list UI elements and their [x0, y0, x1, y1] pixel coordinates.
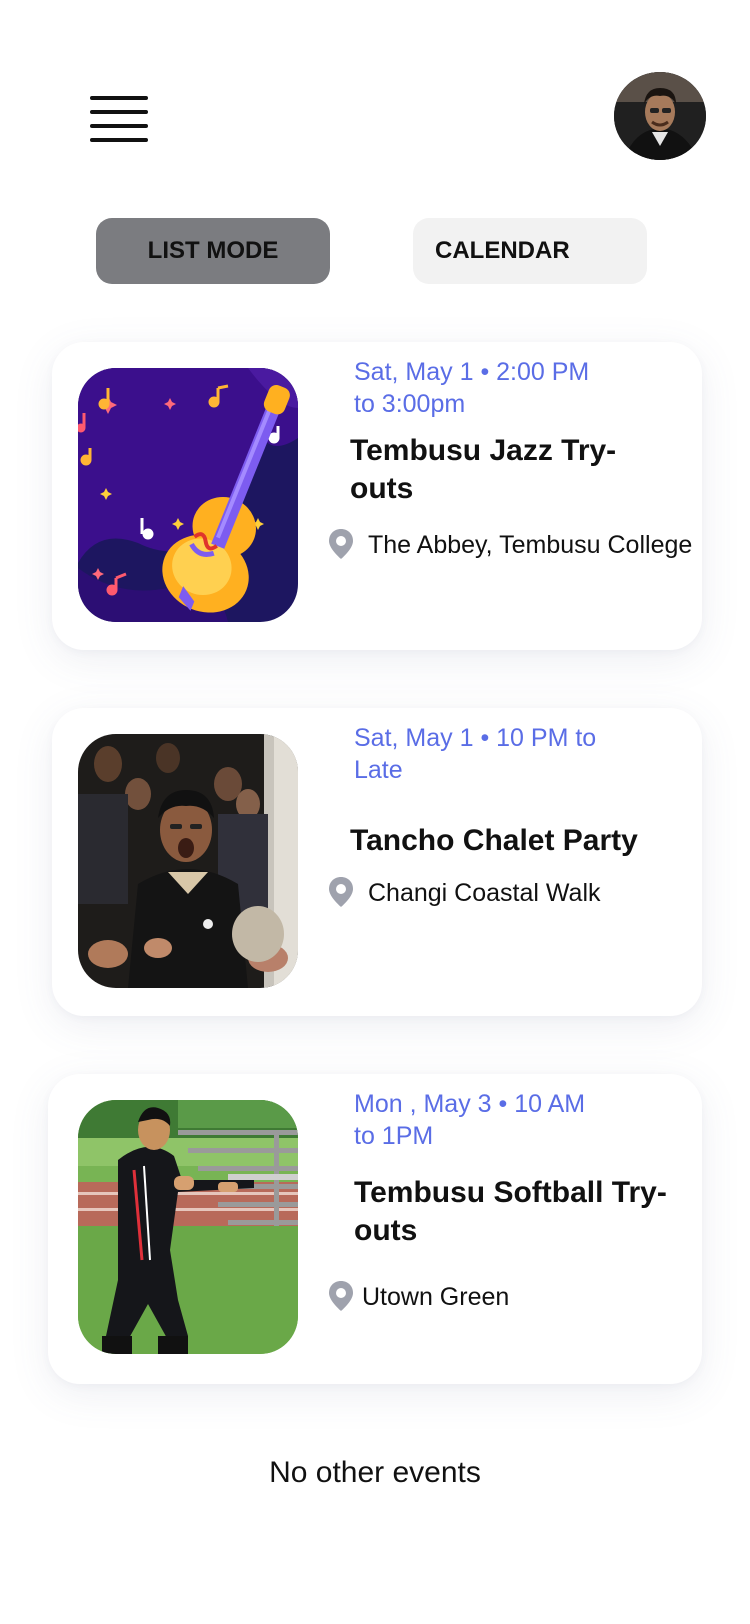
menu-icon-bar [90, 124, 148, 128]
menu-icon-bar [90, 96, 148, 100]
event-title: Tembusu Softball Try-outs [354, 1176, 667, 1247]
location-pin-icon [329, 529, 353, 559]
no-other-events-message: No other events [269, 1456, 481, 1489]
event-location: Changi Coastal Walk [368, 879, 601, 907]
menu-icon-bar [90, 110, 148, 114]
location-pin-icon [329, 1281, 353, 1311]
event-title: Tancho Chalet Party [350, 824, 638, 857]
event-title: Tembusu Jazz Try-outs [350, 434, 617, 505]
event-date: Sat, May 1 • 2:00 PM to 3:00pm [354, 358, 590, 418]
menu-button[interactable] [90, 96, 148, 142]
profile-avatar[interactable] [614, 72, 706, 160]
list-mode-button[interactable]: LIST MODE [96, 218, 330, 284]
menu-icon-bar [90, 138, 148, 142]
event-date: Mon , May 3 • 10 AM to 1PM [354, 1090, 586, 1150]
event-image-softball [78, 1100, 298, 1354]
calendar-mode-button[interactable]: CALENDAR [413, 218, 647, 284]
event-card[interactable]: Sat, May 1 • 10 PM to Late Tancho Chalet… [52, 708, 702, 1016]
event-image-party [78, 734, 298, 988]
location-pin-icon [329, 877, 353, 907]
event-card[interactable]: Sat, May 1 • 2:00 PM to 3:00pm Tembusu J… [52, 342, 702, 650]
event-location: Utown Green [362, 1283, 510, 1311]
event-image-cello [78, 368, 298, 622]
avatar-photo [614, 72, 706, 160]
event-date: Sat, May 1 • 10 PM to Late [354, 724, 597, 784]
event-location: The Abbey, Tembusu College [368, 531, 693, 559]
event-card[interactable]: Mon , May 3 • 10 AM to 1PM Tembusu Softb… [48, 1074, 702, 1384]
